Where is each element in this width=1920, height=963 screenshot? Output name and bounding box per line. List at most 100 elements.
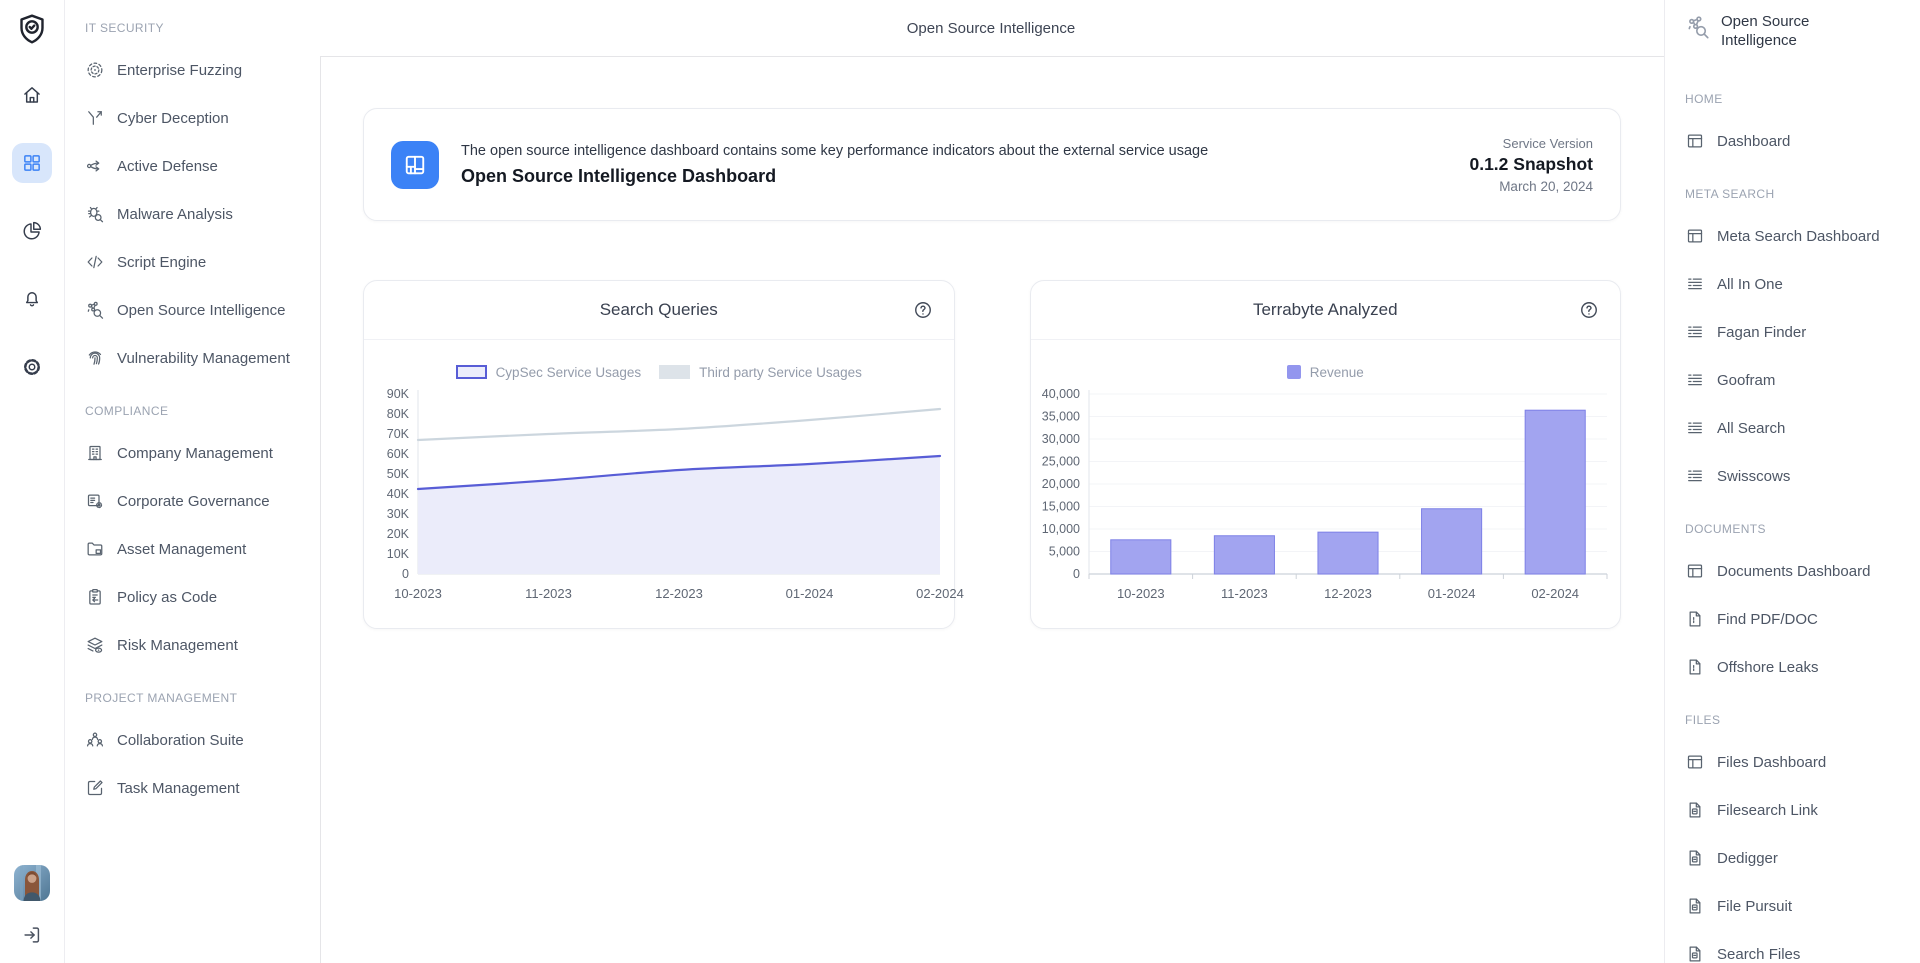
svg-text:40,000: 40,000 <box>1041 387 1079 401</box>
info-card-text: The open source intelligence dashboard c… <box>461 143 1208 187</box>
svg-text:5,000: 5,000 <box>1048 545 1079 559</box>
nav-item-label: Dashboard <box>1717 133 1790 150</box>
info-card-title: Open Source Intelligence Dashboard <box>461 166 1208 187</box>
nav-item-label: Risk Management <box>117 637 238 654</box>
page-title: Open Source Intelligence <box>318 0 1664 56</box>
nav-item-collaboration-suite[interactable]: Collaboration Suite <box>85 716 310 764</box>
legend-item-third-party-service-usages[interactable]: Third party Service Usages <box>659 365 862 380</box>
nav-item-offshore-leaks[interactable]: Offshore Leaks <box>1685 643 1912 691</box>
nav-item-meta-search-dashboard[interactable]: Meta Search Dashboard <box>1685 212 1912 260</box>
list-lines-icon <box>1685 370 1705 390</box>
user-avatar[interactable] <box>14 865 50 901</box>
shield-check-logo-icon <box>12 9 52 49</box>
nav-item-label: Open Source Intelligence <box>117 302 285 319</box>
svg-text:02-2024: 02-2024 <box>916 586 964 601</box>
nav-item-label: Meta Search Dashboard <box>1717 228 1880 245</box>
nav-item-label: Collaboration Suite <box>117 732 244 749</box>
nav-item-label: Goofram <box>1717 372 1775 389</box>
help-icon[interactable] <box>913 300 933 320</box>
dashboards-rail-button[interactable] <box>12 143 52 183</box>
nav-item-script-engine[interactable]: Script Engine <box>85 238 310 286</box>
file-box-icon <box>1685 800 1705 820</box>
window-icon <box>1685 131 1705 151</box>
window-icon <box>1685 752 1705 772</box>
nav-item-corporate-governance[interactable]: Corporate Governance <box>85 477 310 525</box>
layers-eye-icon <box>85 635 105 655</box>
legend-item-cypsec-service-usages[interactable]: CypSec Service Usages <box>456 365 642 380</box>
gear-icon <box>21 356 43 378</box>
left-navigation: IT SECURITYEnterprise FuzzingCyber Decep… <box>65 0 318 963</box>
logout-icon[interactable] <box>14 917 50 953</box>
nav-item-documents-dashboard[interactable]: Documents Dashboard <box>1685 547 1912 595</box>
nav-item-label: Enterprise Fuzzing <box>117 62 242 79</box>
nav-item-cyber-deception[interactable]: Cyber Deception <box>85 94 310 142</box>
section-project-management: PROJECT MANAGEMENTCollaboration SuiteTas… <box>85 691 310 812</box>
nav-item-files-dashboard[interactable]: Files Dashboard <box>1685 738 1912 786</box>
settings-rail-button[interactable] <box>12 347 52 387</box>
nav-item-open-source-intelligence[interactable]: Open Source Intelligence <box>85 286 310 334</box>
nav-item-label: Malware Analysis <box>117 206 233 223</box>
file-box-icon <box>1685 848 1705 868</box>
analytics-rail-button[interactable] <box>12 211 52 251</box>
nav-item-all-in-one[interactable]: All In One <box>1685 260 1912 308</box>
icon-rail <box>0 0 65 963</box>
legend-swatch <box>659 365 690 379</box>
legend-item-revenue[interactable]: Revenue <box>1287 365 1364 380</box>
nav-item-filesearch-link[interactable]: Filesearch Link <box>1685 786 1912 834</box>
bell-icon <box>21 288 43 310</box>
svg-text:80K: 80K <box>387 407 410 421</box>
nav-item-dashboard[interactable]: Dashboard <box>1685 117 1912 165</box>
list-lines-icon <box>1685 418 1705 438</box>
info-card: The open source intelligence dashboard c… <box>363 108 1621 221</box>
nav-item-goofram[interactable]: Goofram <box>1685 356 1912 404</box>
nav-item-all-search[interactable]: All Search <box>1685 404 1912 452</box>
section-header: FILES <box>1685 713 1912 728</box>
nav-item-company-management[interactable]: Company Management <box>85 429 310 477</box>
people-icon <box>85 730 105 750</box>
nav-item-label: File Pursuit <box>1717 898 1792 915</box>
nav-item-search-files[interactable]: Search Files <box>1685 930 1912 963</box>
section-header: DOCUMENTS <box>1685 522 1912 537</box>
nav-item-malware-analysis[interactable]: Malware Analysis <box>85 190 310 238</box>
svg-text:11-2023: 11-2023 <box>525 586 572 601</box>
svg-text:40K: 40K <box>387 487 410 501</box>
nav-item-file-pursuit[interactable]: File Pursuit <box>1685 882 1912 930</box>
bug-search-icon <box>85 204 105 224</box>
svg-text:11-2023: 11-2023 <box>1221 586 1268 601</box>
nav-item-fagan-finder[interactable]: Fagan Finder <box>1685 308 1912 356</box>
nav-item-swisscows[interactable]: Swisscows <box>1685 452 1912 500</box>
target-dashed-icon <box>85 60 105 80</box>
content-panel: The open source intelligence dashboard c… <box>320 56 1664 963</box>
charts-row: Search Queries CypSec Service UsagesThir… <box>363 280 1621 629</box>
nav-item-enterprise-fuzzing[interactable]: Enterprise Fuzzing <box>85 46 310 94</box>
service-version-value: 0.1.2 Snapshot <box>1469 154 1593 175</box>
nav-item-dedigger[interactable]: Dedigger <box>1685 834 1912 882</box>
nav-item-label: Documents Dashboard <box>1717 563 1870 580</box>
rail-buttons <box>12 75 52 415</box>
nav-item-active-defense[interactable]: Active Defense <box>85 142 310 190</box>
nav-item-task-management[interactable]: Task Management <box>85 764 310 812</box>
search-queries-card: Search Queries CypSec Service UsagesThir… <box>363 280 955 629</box>
main-area: Open Source Intelligence The open source… <box>318 0 1664 963</box>
help-icon[interactable] <box>1579 300 1599 320</box>
section-it-security: IT SECURITYEnterprise FuzzingCyber Decep… <box>85 21 310 382</box>
nav-item-risk-management[interactable]: Risk Management <box>85 621 310 669</box>
nav-item-label: Corporate Governance <box>117 493 270 510</box>
nav-item-asset-management[interactable]: Asset Management <box>85 525 310 573</box>
home-rail-button[interactable] <box>12 75 52 115</box>
chart-legend: Revenue <box>1031 364 1621 380</box>
nav-item-find-pdf-doc[interactable]: Find PDF/DOC <box>1685 595 1912 643</box>
nav-item-vulnerability-management[interactable]: Vulnerability Management <box>85 334 310 382</box>
sidebar-sections: HOMEDashboardMETA SEARCHMeta Search Dash… <box>1685 92 1912 963</box>
doc-dashed-icon <box>1685 657 1705 677</box>
nav-item-policy-as-code[interactable]: Policy as Code <box>85 573 310 621</box>
sidebar-title: Open Source Intelligence <box>1685 12 1912 50</box>
svg-text:60K: 60K <box>387 447 410 461</box>
network-search-icon <box>85 300 105 320</box>
notifications-rail-button[interactable] <box>12 279 52 319</box>
nav-item-label: Search Files <box>1717 946 1800 963</box>
nav-item-label: Policy as Code <box>117 589 217 606</box>
section-header: HOME <box>1685 92 1912 107</box>
svg-text:90K: 90K <box>387 387 410 401</box>
nav-item-label: All In One <box>1717 276 1783 293</box>
